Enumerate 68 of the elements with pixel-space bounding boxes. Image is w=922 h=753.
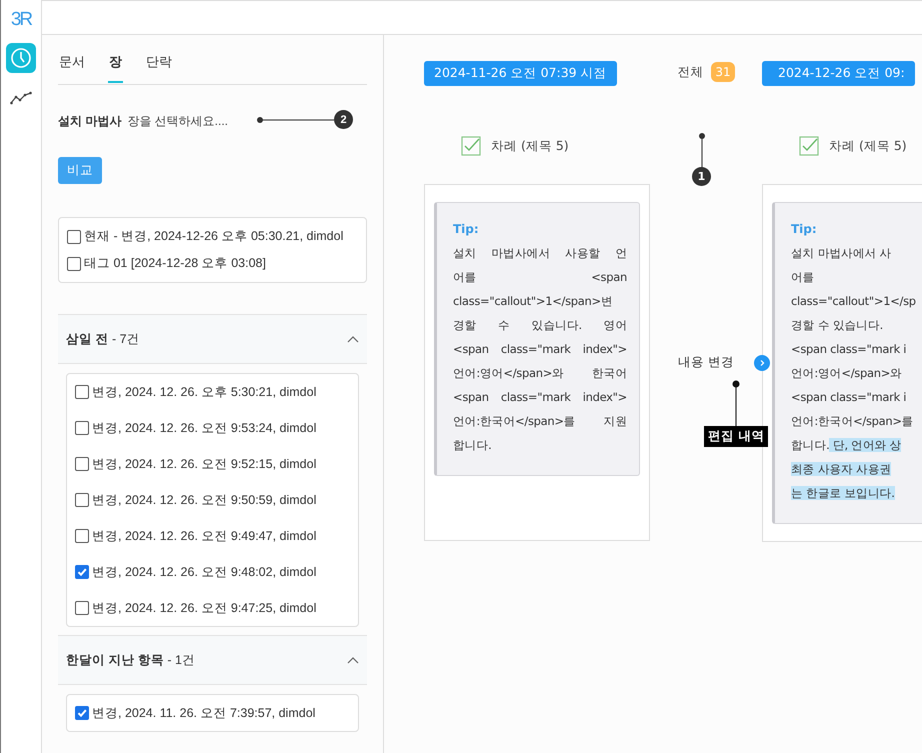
tab[interactable]: 단락 [145, 53, 173, 83]
total-label: 전체 [677, 64, 704, 80]
version-label: 변경, 2024. 12. 26. 오전 9:52:15, dimdol [92, 456, 316, 472]
tip-text: 언어:한국어</span>를 지원 [453, 414, 627, 428]
toc-label: 차례 (제목 5) [491, 138, 569, 154]
checkbox[interactable] [75, 457, 89, 471]
version-label: 변경, 2024. 12. 26. 오전 9:53:24, dimdol [92, 420, 316, 436]
version-date-label: 2024-12-26 오전 09: [762, 61, 915, 86]
version-label: 변경, 2024. 12. 26. 오전 9:49:47, dimdol [92, 528, 316, 544]
version-label: 변경, 2024. 12. 26. 오전 9:48:02, dimdol [92, 564, 316, 580]
tip-text: 경할 수 있습니다. 영어 [453, 318, 627, 332]
tip-text: 합니다. [453, 438, 492, 452]
group-header[interactable]: 한달이 지난 항목 - 1건 [58, 635, 367, 685]
tip-title: Tip: [791, 221, 818, 238]
line-chart-icon [10, 91, 32, 105]
wizard-label: 설치 마법사 [58, 112, 122, 130]
tip-text: <span class="mark i [791, 390, 906, 404]
checkbox[interactable] [75, 601, 89, 615]
group-title: 한달이 지난 항목 - 1건 [66, 652, 196, 668]
tip-text: 언어:한국어</span>를 [791, 414, 914, 428]
tip-text: 설치 마법사에서 사 [791, 246, 892, 260]
tip-text: 경할 수 있습니다. [791, 318, 883, 332]
count-badge: 31 [711, 62, 735, 82]
tip-text: <span class="mark i [791, 342, 906, 356]
version-label: 변경, 2024. 12. 26. 오전 9:50:59, dimdol [92, 492, 316, 508]
version-label: 태그 01 [2024-12-28 오후 03:08] [84, 255, 266, 272]
highlighted-text: 단, 언어와 상 [829, 438, 902, 452]
tip-text: class="callout">1</sp [791, 294, 916, 308]
leader-line [698, 133, 706, 169]
group-title: 삼일 전 - 7건 [66, 330, 140, 348]
toc-label: 차례 (제목 5) [829, 138, 907, 154]
version-date-label: 2024-11-26 오전 07:39 시점 [424, 61, 617, 86]
checkbox[interactable] [75, 529, 89, 543]
highlighted-text: 최종 사용자 사용권 [791, 462, 892, 476]
version-label: 변경, 2024. 11. 26. 오전 7:39:57, dimdol [92, 704, 316, 722]
next-button[interactable] [754, 355, 770, 371]
clock-icon [10, 47, 32, 69]
tip-text: <span class="mark index"> [453, 342, 627, 356]
chapter-select[interactable]: 장을 선택하세요.... [127, 112, 228, 130]
tip-text: 언어:영어</span>와 [791, 366, 902, 380]
tab[interactable]: 문서 [58, 53, 86, 83]
tip-text: 언어:영어</span>와 한국어 [453, 366, 627, 380]
logo: 3R [10, 9, 32, 31]
version-label: 변경, 2024. 12. 26. 오후 5:30:21, dimdol [92, 384, 316, 400]
checkbox[interactable] [67, 230, 81, 244]
tip-text: 어를 [791, 270, 814, 284]
chevron-right-icon [758, 359, 766, 367]
checkbox[interactable] [67, 256, 81, 270]
checkbox[interactable] [75, 493, 89, 507]
edit-history-label: 편집 내역 [704, 426, 768, 447]
tab[interactable]: 장 [108, 53, 123, 83]
highlighted-text: 는 한글로 보입니다. [791, 486, 895, 500]
tip-text: 합니다. [791, 438, 830, 452]
tip-text: <span class="mark index"> [453, 390, 627, 404]
change-label: 내용 변경 [678, 354, 734, 371]
checkbox[interactable] [75, 706, 89, 720]
version-label: 현재 - 변경, 2024-12-26 오후 05:30.21, dimdol [84, 228, 344, 245]
version-label: 변경, 2024. 12. 26. 오전 9:47:25, dimdol [92, 600, 316, 616]
checkbox[interactable] [75, 565, 89, 579]
marker-badge: 1 [692, 167, 711, 186]
tip-title: Tip: [453, 221, 480, 238]
checkbox[interactable] [75, 385, 89, 399]
group-header[interactable]: 삼일 전 - 7건 [58, 314, 367, 364]
tip-text: 어를 <span [453, 270, 627, 284]
checkbox[interactable] [75, 421, 89, 435]
marker-badge: 2 [334, 110, 353, 129]
tip-text: class="callout">1</span>변 [453, 294, 613, 308]
tip-text: 설치 마법사에서 사용할 언 [453, 246, 627, 260]
